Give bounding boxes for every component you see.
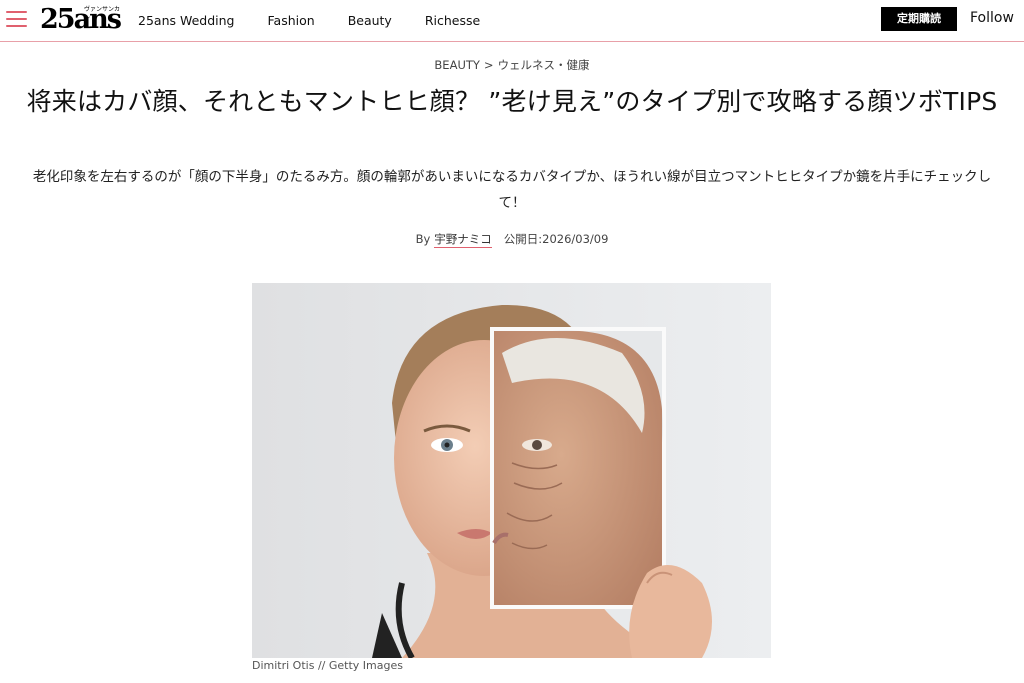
article-title: 将来はカバ顔、それともマントヒヒ顔？ ”老け見え”のタイプ別で攻略する顔ツボTI… <box>26 87 998 116</box>
breadcrumb-separator: > <box>483 58 494 72</box>
published-date: 公開日:2026/03/09 <box>503 232 609 246</box>
site-header: 25ans ヴァンサンカン 25ans Wedding Fashion Beau… <box>0 0 1024 42</box>
hero-photo-illustration <box>252 283 771 658</box>
photo-credit: Dimitri Otis // Getty Images <box>252 659 403 672</box>
author-link[interactable]: 宇野ナミコ <box>434 232 492 248</box>
subscribe-button[interactable]: 定期購読 <box>881 7 957 31</box>
byline-by-label: By <box>415 232 431 246</box>
nav-item-richesse[interactable]: Richesse <box>425 13 480 28</box>
breadcrumb-section-link[interactable]: BEAUTY <box>434 58 480 72</box>
breadcrumb-category-link[interactable]: ウェルネス・健康 <box>498 58 590 72</box>
nav-item-beauty[interactable]: Beauty <box>348 13 392 28</box>
follow-button[interactable]: Follow <box>970 10 1014 26</box>
main-nav: 25ans Wedding Fashion Beauty Richesse <box>138 0 513 40</box>
article-dek: 老化印象を左右するのが「顔の下半身」のたるみ方。顔の輪郭があいまいになるカバタイ… <box>32 169 992 211</box>
hamburger-menu-icon[interactable] <box>6 8 28 30</box>
breadcrumb: BEAUTY > ウェルネス・健康 <box>0 57 1024 73</box>
nav-item-fashion[interactable]: Fashion <box>268 13 315 28</box>
nav-item-wedding[interactable]: 25ans Wedding <box>138 13 235 28</box>
byline: By 宇野ナミコ 公開日:2026/03/09 <box>0 231 1024 248</box>
site-logo[interactable]: 25ans ヴァンサンカン <box>40 3 122 37</box>
logo-ruby-text: ヴァンサンカン <box>84 6 121 22</box>
hero-image <box>252 283 771 658</box>
